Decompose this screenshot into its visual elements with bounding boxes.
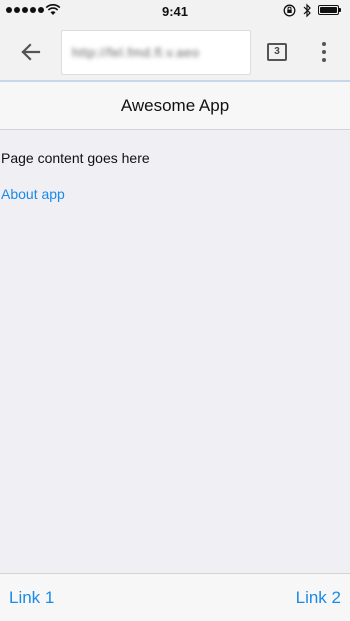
url-bar[interactable]: http://fel.fmd.fl.v.aeo [61,30,251,75]
more-vert-icon[interactable] [316,40,332,64]
status-time: 9:41 [161,4,189,19]
status-bar: 9:41 [0,0,350,22]
bottom-bar: Link 1 Link 2 [0,573,350,621]
page-content-text: Page content goes here [1,150,150,166]
battery-icon [318,5,341,15]
tab-switcher-button[interactable]: 3 [267,43,287,61]
rotation-lock-icon [283,4,296,17]
app-title: Awesome App [0,82,350,130]
bluetooth-icon [303,3,311,18]
link-1[interactable]: Link 1 [9,588,54,608]
browser-toolbar: http://fel.fmd.fl.v.aeo 3 [0,22,350,80]
link-2[interactable]: Link 2 [296,588,341,608]
about-app-link[interactable]: About app [1,186,65,202]
back-arrow-icon[interactable] [18,39,44,65]
url-text: http://fel.fmd.fl.v.aeo [72,45,200,60]
